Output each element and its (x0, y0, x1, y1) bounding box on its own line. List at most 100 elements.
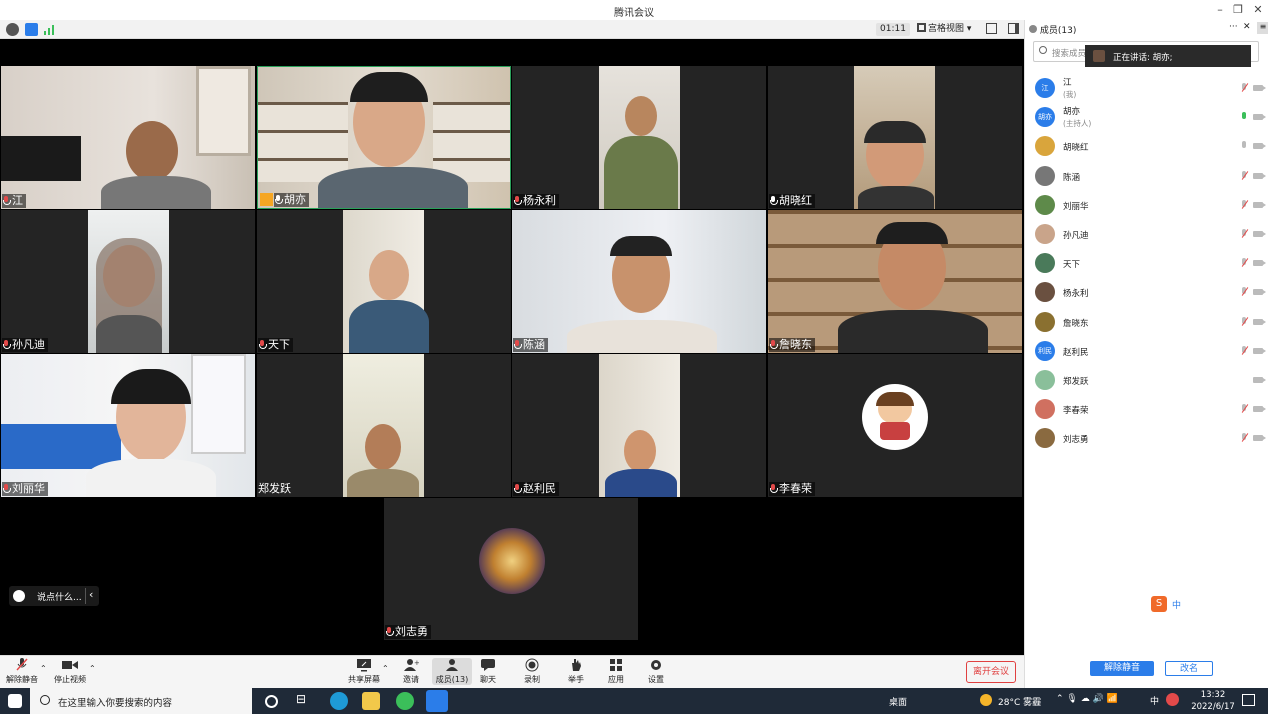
mic-muted-icon[interactable] (1240, 229, 1248, 239)
raise-hand-button[interactable]: 举手 (556, 658, 596, 685)
camera-icon[interactable] (1253, 406, 1266, 412)
minimize-icon[interactable]: – (1212, 2, 1228, 18)
camera-icon[interactable] (1253, 289, 1266, 295)
members-button[interactable]: 成员(13) (432, 658, 472, 685)
chat-input-pill[interactable]: 说点什么... ‹ (9, 586, 99, 606)
mic-icon[interactable] (1240, 112, 1248, 122)
more-icon[interactable]: ··· (1229, 22, 1238, 32)
member-row[interactable]: 胡亦 胡亦 (主持人) (1035, 104, 1266, 132)
sidebar-toggle-icon[interactable] (1008, 23, 1019, 34)
mic-muted-icon[interactable] (1240, 171, 1248, 181)
unmute-button[interactable]: 解除静音 (2, 658, 42, 685)
camera-icon[interactable] (1253, 173, 1266, 179)
wechat-icon[interactable] (396, 692, 414, 710)
member-row[interactable]: 天下 (1035, 250, 1266, 278)
close-panel-icon[interactable]: ✕ (1243, 22, 1251, 32)
camera-icon[interactable] (1253, 319, 1266, 325)
rename-button[interactable]: 改名 (1165, 661, 1213, 676)
sogou-icon[interactable]: S (1151, 596, 1167, 612)
mic-muted-icon[interactable] (1240, 346, 1248, 356)
chevron-up-icon[interactable]: ⌃ (89, 664, 96, 673)
restore-icon[interactable]: ❐ (1230, 2, 1246, 18)
shield-icon[interactable] (25, 23, 38, 36)
chevron-left-icon[interactable]: ‹ (89, 588, 93, 601)
task-view-icon[interactable] (265, 695, 278, 708)
video-tile[interactable]: 詹晓东 (768, 210, 1022, 353)
ime-indicator[interactable]: 中 (1150, 694, 1159, 707)
apps-button[interactable]: 应用 (596, 658, 636, 685)
member-row[interactable]: 江江 (我) (1035, 75, 1266, 103)
taskbar-search-input[interactable]: 在这里输入你要搜索的内容 (30, 688, 252, 714)
sogou-tray-icon[interactable] (1166, 693, 1179, 706)
mic-muted-icon[interactable] (1240, 258, 1248, 268)
mic-muted-icon (3, 196, 11, 205)
video-tile[interactable]: 赵利民 (512, 354, 766, 497)
video-tile[interactable]: 李春荣 (768, 354, 1022, 497)
video-tile[interactable]: 孙凡迪 (1, 210, 255, 353)
info-icon[interactable] (6, 23, 19, 36)
chevron-up-icon[interactable]: ⌃ (40, 664, 47, 673)
video-tile[interactable]: 郑发跃 (257, 354, 511, 497)
leave-meeting-button[interactable]: 离开会议 (966, 661, 1016, 683)
member-row[interactable]: 刘志勇 (1035, 425, 1266, 453)
windows-start-icon[interactable] (8, 694, 22, 708)
ime-mode[interactable]: 中 (1172, 598, 1181, 611)
video-tile[interactable]: 天下 (257, 210, 511, 353)
camera-icon[interactable] (1253, 202, 1266, 208)
mic-muted-icon[interactable] (1240, 83, 1248, 93)
member-row[interactable]: 胡晓红 (1035, 133, 1266, 161)
camera-icon[interactable] (1253, 260, 1266, 266)
camera-icon[interactable] (1253, 435, 1266, 441)
desktop-label[interactable]: 桌面 (889, 695, 907, 708)
video-tile[interactable]: 刘志勇 (384, 498, 638, 640)
menu-icon[interactable]: ≡ (1257, 22, 1268, 34)
member-row[interactable]: 郑发跃 (1035, 367, 1266, 395)
camera-icon[interactable] (1253, 85, 1266, 91)
notification-icon[interactable] (1242, 694, 1255, 706)
share-screen-button[interactable]: 共享屏幕 (344, 658, 384, 685)
chevron-up-icon[interactable]: ⌃ (382, 664, 389, 673)
video-tile[interactable]: 杨永利 (512, 66, 766, 209)
video-tile[interactable]: 胡晓红 (768, 66, 1022, 209)
camera-icon[interactable] (1253, 377, 1266, 383)
member-row[interactable]: 利民 赵利民 (1035, 338, 1266, 366)
widgets-icon[interactable]: ⊟ (296, 692, 314, 710)
video-tile[interactable]: 陈涵 (512, 210, 766, 353)
mic-icon[interactable] (1240, 141, 1248, 151)
invite-button[interactable]: + 邀请 (391, 658, 431, 685)
mic-muted-icon[interactable] (1240, 200, 1248, 210)
member-row[interactable]: 李春荣 (1035, 396, 1266, 424)
close-icon[interactable]: ✕ (1250, 2, 1266, 18)
record-button[interactable]: 录制 (512, 658, 552, 685)
mic-muted-icon[interactable] (1240, 433, 1248, 443)
grid-view-button[interactable]: 宫格视图 ▾ (913, 22, 975, 37)
fullscreen-icon[interactable] (986, 23, 997, 34)
member-row[interactable]: 孙凡迪 (1035, 221, 1266, 249)
unmute-all-button[interactable]: 解除静音 (1090, 661, 1154, 676)
camera-icon[interactable] (1253, 231, 1266, 237)
video-tile[interactable]: 江 (1, 66, 255, 209)
mic-muted-icon[interactable] (1240, 404, 1248, 414)
member-row[interactable]: 杨永利 (1035, 279, 1266, 307)
system-tray[interactable]: ⌃ 🎙 ☁ 🔊 📶 (1056, 694, 1118, 704)
camera-icon[interactable] (1253, 143, 1266, 149)
tencent-meeting-icon[interactable] (426, 690, 448, 712)
video-tile-active-speaker[interactable]: 胡亦 (257, 66, 511, 209)
mic-muted-icon[interactable] (1240, 287, 1248, 297)
mic-muted-icon[interactable] (1240, 317, 1248, 327)
video-tile[interactable]: 刘丽华 (1, 354, 255, 497)
emoji-icon[interactable] (13, 590, 25, 602)
member-row[interactable]: 陈涵 (1035, 163, 1266, 191)
camera-icon[interactable] (1253, 348, 1266, 354)
stop-video-button[interactable]: 停止视频 (50, 658, 90, 685)
settings-button[interactable]: 设置 (636, 658, 676, 685)
member-row[interactable]: 詹晓东 (1035, 309, 1266, 337)
chat-button[interactable]: 聊天 (468, 658, 508, 685)
signal-icon[interactable] (44, 23, 57, 36)
camera-icon[interactable] (1253, 114, 1266, 120)
edge-icon[interactable] (330, 692, 348, 710)
file-explorer-icon[interactable] (362, 692, 380, 710)
clock[interactable]: 13:32 2022/6/17 (1190, 689, 1236, 713)
weather-label[interactable]: 28°C 雾霾 (998, 695, 1041, 708)
member-row[interactable]: 刘丽华 (1035, 192, 1266, 220)
